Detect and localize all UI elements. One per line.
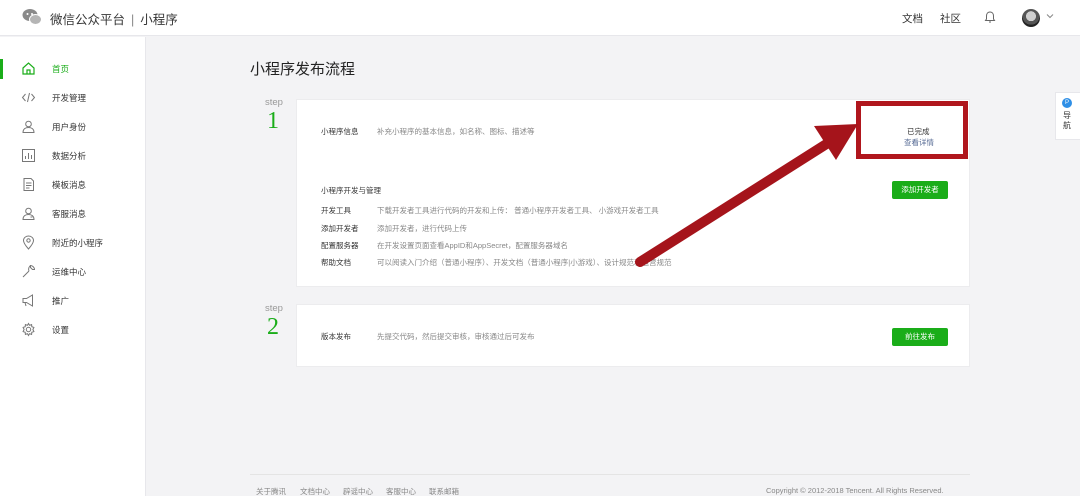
sidebar-item-dev-management[interactable]: 开发管理 [0, 84, 145, 112]
step-1-number: 1 [267, 108, 279, 134]
sidebar-item-user-identity[interactable]: 用户身份 [0, 113, 145, 141]
sidebar-item-label: 客服消息 [52, 209, 87, 219]
copyright-text: Copyright © 2012-2018 Tencent. All Right… [766, 486, 944, 495]
brand-separator: | [131, 13, 135, 27]
footer-rumor-center-link[interactable]: 辟谣中心 [343, 486, 373, 496]
highlight-box [856, 101, 968, 159]
sidebar-item-ops-center[interactable]: 运维中心 [0, 258, 145, 286]
sidebar-item-label: 数据分析 [52, 151, 87, 161]
footer-about-tencent-link[interactable]: 关于腾讯 [256, 486, 286, 496]
home-icon [22, 62, 35, 75]
release-desc: 先提交代码，然后提交审核，审核通过后可发布 [377, 332, 535, 341]
wrench-icon [22, 264, 36, 278]
community-link[interactable]: 社区 [940, 11, 961, 26]
step-2-number: 2 [267, 314, 279, 340]
miniprogram-info-desc: 补充小程序的基本信息，如名称、图标、描述等 [377, 127, 535, 136]
product-name: 小程序 [140, 13, 178, 27]
footer-contact-link[interactable]: 联系邮箱 [429, 486, 459, 496]
sidebar-item-label: 用户身份 [52, 122, 87, 132]
code-icon [21, 92, 36, 103]
step-2-card: 版本发布 先提交代码，然后提交审核，审核通过后可发布 前往发布 [296, 304, 970, 367]
add-developer-desc: 添加开发者，进行代码上传 [377, 224, 467, 233]
sidebar-item-home[interactable]: 首页 [0, 55, 145, 83]
sidebar: 首页 开发管理 用户身份 数据分析 模板消息 客服消息 附近的小程序 运维中心 … [0, 37, 146, 496]
dev-management-title: 小程序开发与管理 [321, 186, 381, 195]
release-label: 版本发布 [321, 332, 351, 341]
guide-float-button[interactable]: P 导航 [1055, 92, 1080, 140]
document-icon [23, 178, 34, 191]
guide-label: 导航 [1063, 111, 1071, 130]
location-icon [22, 235, 35, 250]
step-1-label: step [265, 97, 283, 108]
sidebar-item-label: 模板消息 [52, 180, 87, 190]
wechat-logo-icon[interactable] [22, 8, 42, 26]
avatar[interactable] [1022, 9, 1040, 27]
sidebar-item-nearby-miniprogram[interactable]: 附近的小程序 [0, 229, 145, 257]
sidebar-item-settings[interactable]: 设置 [0, 316, 145, 344]
brand-title: 微信公众平台 | 小程序 [50, 9, 178, 28]
bell-icon[interactable] [983, 10, 997, 24]
chart-icon [22, 149, 35, 162]
sidebar-item-label: 设置 [52, 325, 70, 335]
megaphone-icon [22, 294, 33, 307]
gear-icon [22, 322, 35, 337]
docs-link[interactable]: 文档 [902, 11, 923, 26]
miniprogram-info-label: 小程序信息 [321, 127, 359, 136]
go-release-button[interactable]: 前往发布 [892, 328, 948, 346]
dev-tools-label: 开发工具 [321, 206, 351, 215]
footer-divider [250, 474, 970, 475]
sidebar-item-label: 运维中心 [52, 267, 87, 277]
step-2-label: step [265, 303, 283, 314]
page-title: 小程序发布流程 [250, 61, 356, 78]
customer-service-icon [22, 207, 35, 220]
guide-badge: P [1062, 98, 1072, 108]
chevron-down-icon[interactable] [1046, 12, 1054, 20]
sidebar-item-template-messages[interactable]: 模板消息 [0, 171, 145, 199]
sidebar-item-label: 推广 [52, 296, 70, 306]
platform-name[interactable]: 微信公众平台 [50, 13, 125, 27]
config-server-label: 配置服务器 [321, 241, 359, 250]
add-developer-button[interactable]: 添加开发者 [892, 181, 948, 199]
add-developer-label: 添加开发者 [321, 224, 359, 233]
help-docs-label: 帮助文档 [321, 258, 351, 267]
sidebar-item-data-analysis[interactable]: 数据分析 [0, 142, 145, 170]
top-bar: 微信公众平台 | 小程序 文档 社区 [0, 0, 1080, 36]
footer-docs-center-link[interactable]: 文档中心 [300, 486, 330, 496]
sidebar-item-label: 开发管理 [52, 93, 87, 103]
dev-tools-desc[interactable]: 下载开发者工具进行代码的开发和上传： 普通小程序开发者工具、 小游戏开发者工具 [377, 205, 659, 216]
sidebar-item-customer-service[interactable]: 客服消息 [0, 200, 145, 228]
sidebar-item-label: 附近的小程序 [52, 238, 104, 248]
sidebar-item-label: 首页 [52, 64, 70, 74]
user-icon [22, 120, 35, 133]
footer-service-center-link[interactable]: 客服中心 [386, 486, 416, 496]
help-docs-desc[interactable]: 可以阅读入门介绍（普通小程序）、开发文档（普通小程序|小游戏）、设计规范和运营规… [377, 257, 671, 268]
sidebar-item-promotion[interactable]: 推广 [0, 287, 145, 315]
config-server-desc[interactable]: 在开发设置页面查看AppID和AppSecret，配置服务器域名 [377, 240, 568, 251]
